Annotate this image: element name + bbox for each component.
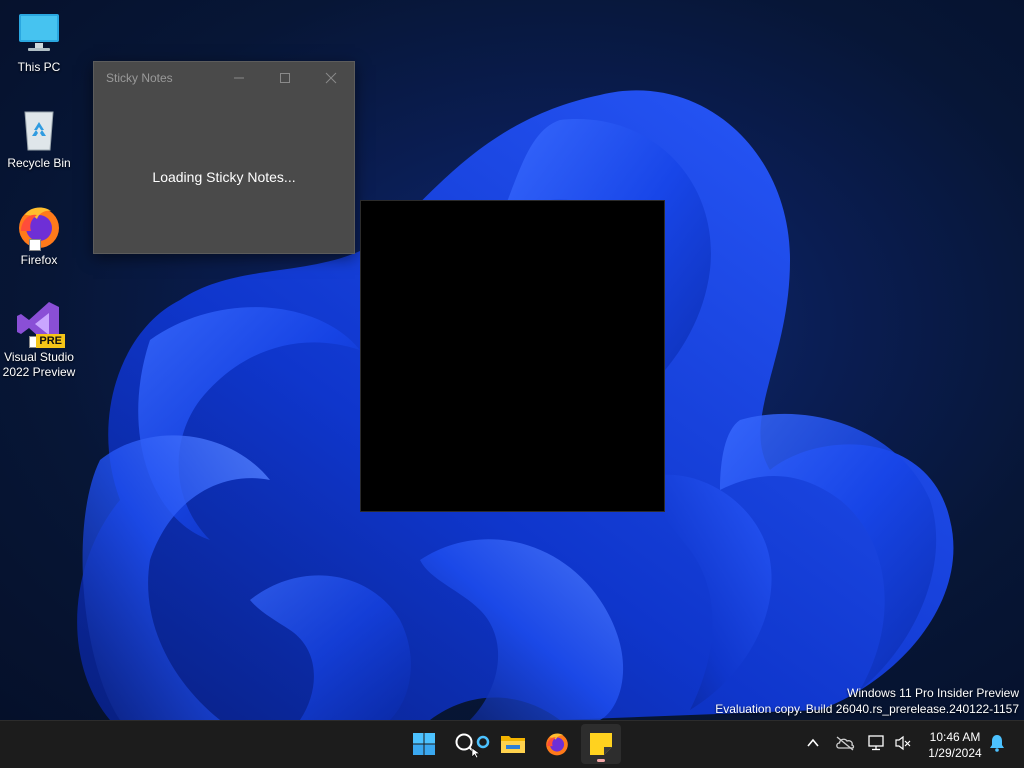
desktop-icon-label: Firefox bbox=[20, 253, 58, 267]
loading-message: Loading Sticky Notes... bbox=[152, 169, 296, 185]
recycle-bin-icon bbox=[15, 106, 63, 154]
desktop-icon-firefox[interactable]: Firefox bbox=[0, 203, 78, 268]
active-app-indicator bbox=[597, 759, 605, 762]
maximize-button[interactable] bbox=[262, 66, 308, 90]
desktop-icon-this-pc[interactable]: This PC bbox=[0, 10, 78, 75]
shortcut-arrow-icon bbox=[29, 239, 41, 251]
search-button[interactable] bbox=[450, 724, 490, 764]
desktop-icon-label: This PC bbox=[17, 60, 61, 74]
taskbar-clock[interactable]: 10:46 AM 1/29/2024 bbox=[922, 729, 988, 761]
visual-studio-icon: PRE bbox=[15, 300, 65, 348]
close-icon bbox=[325, 72, 337, 84]
desktop-icon-label-line2: 2022 Preview bbox=[2, 365, 76, 379]
desktop-icon-label: Recycle Bin bbox=[7, 156, 71, 170]
notification-bell-icon bbox=[990, 735, 1004, 752]
network-icon bbox=[868, 735, 884, 751]
desktop: This PC Recycle Bin Firefox PRE Visual S… bbox=[0, 0, 1024, 720]
desktop-icon-recycle-bin[interactable]: Recycle Bin bbox=[0, 106, 78, 171]
start-button[interactable] bbox=[404, 724, 444, 764]
desktop-icon-visual-studio[interactable]: PRE Visual Studio 2022 Preview bbox=[0, 300, 78, 380]
onedrive-offline-icon bbox=[836, 736, 855, 751]
blank-window[interactable] bbox=[360, 200, 665, 512]
sticky-notes-icon bbox=[590, 733, 612, 755]
close-button[interactable] bbox=[308, 66, 354, 90]
volume-button[interactable] bbox=[893, 733, 913, 753]
taskbar: 10:46 AM 1/29/2024 bbox=[0, 720, 1024, 768]
chevron-up-icon bbox=[807, 738, 819, 747]
os-watermark: Windows 11 Pro Insider Preview Evaluatio… bbox=[715, 685, 1019, 717]
minimize-button[interactable] bbox=[216, 66, 262, 90]
desktop-icon-label-line1: Visual Studio bbox=[4, 350, 74, 364]
clock-date: 1/29/2024 bbox=[928, 746, 982, 760]
file-explorer-button[interactable] bbox=[493, 724, 533, 764]
window-titlebar[interactable]: Sticky Notes bbox=[94, 62, 354, 94]
network-button[interactable] bbox=[867, 733, 887, 753]
windows-start-icon bbox=[413, 733, 435, 755]
file-explorer-icon bbox=[501, 736, 525, 753]
watermark-line2: Evaluation copy. Build 26040.rs_prerelea… bbox=[715, 702, 1019, 716]
firefox-taskbar-button[interactable] bbox=[537, 724, 577, 764]
notifications-button[interactable] bbox=[987, 733, 1007, 753]
sticky-notes-taskbar-button[interactable] bbox=[581, 724, 621, 764]
firefox-icon bbox=[546, 733, 568, 756]
monitor-icon bbox=[15, 10, 63, 58]
volume-muted-icon bbox=[895, 735, 911, 751]
minimize-icon bbox=[234, 77, 244, 79]
preview-badge: PRE bbox=[36, 334, 65, 348]
firefox-icon bbox=[15, 203, 63, 251]
show-hidden-icons-button[interactable] bbox=[803, 733, 823, 753]
window-title: Sticky Notes bbox=[106, 71, 173, 85]
clock-time: 10:46 AM bbox=[929, 730, 981, 744]
onedrive-button[interactable] bbox=[835, 733, 855, 753]
watermark-line1: Windows 11 Pro Insider Preview bbox=[847, 686, 1019, 700]
search-icon bbox=[455, 733, 490, 758]
sticky-notes-window[interactable]: Sticky Notes Loading Sticky Notes... bbox=[93, 61, 355, 254]
maximize-icon bbox=[280, 73, 290, 83]
